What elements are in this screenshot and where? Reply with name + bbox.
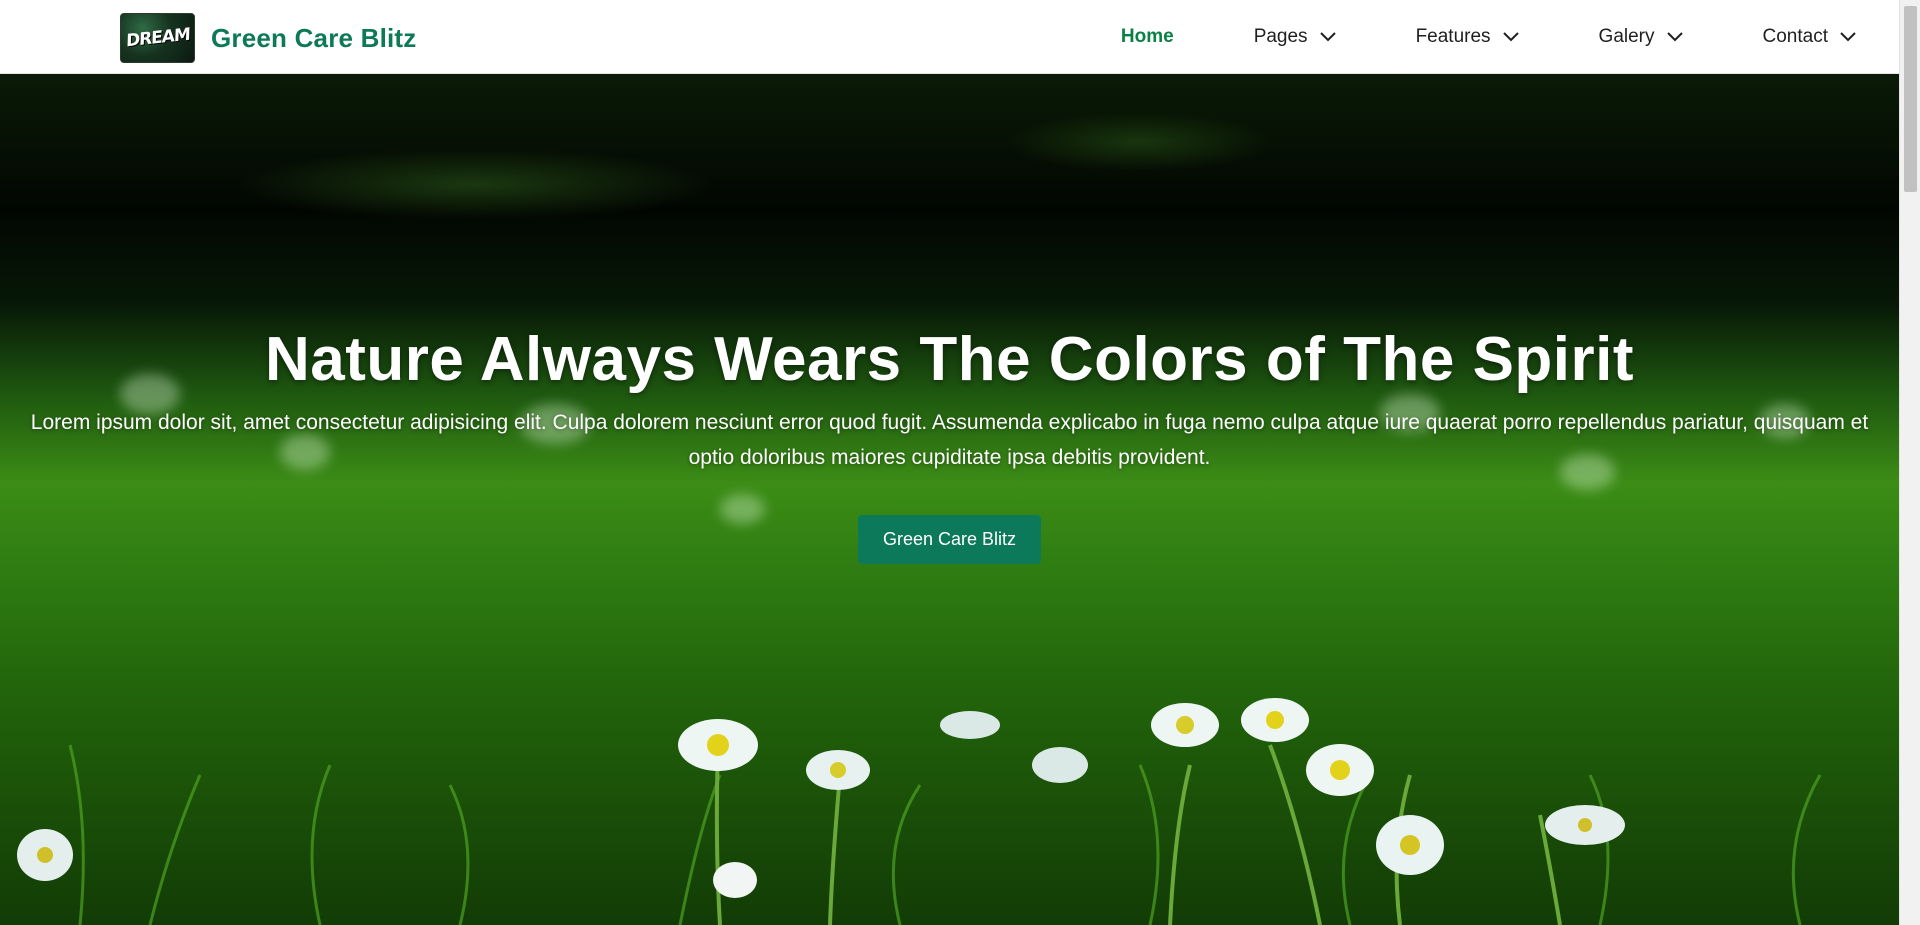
hero-content: Nature Always Wears The Colors of The Sp… [0, 324, 1899, 564]
logo-text: DREAM [125, 24, 190, 52]
nav-item-label: Features [1415, 26, 1491, 47]
chevron-down-icon [1840, 32, 1856, 42]
nav-item-galery[interactable]: Galery [1599, 26, 1683, 48]
main-nav: Home Pages Features Galery Contact [1041, 0, 1856, 74]
nav-item-label: Galery [1598, 26, 1655, 47]
nav-item-home[interactable]: Home [1121, 26, 1174, 48]
brand-logo[interactable]: DREAM [120, 13, 195, 63]
brand-name[interactable]: Green Care Blitz [211, 23, 417, 54]
nav-item-features[interactable]: Features [1416, 26, 1519, 48]
chevron-down-icon [1502, 32, 1519, 42]
hero-title: Nature Always Wears The Colors of The Sp… [264, 325, 1635, 394]
scrollbar-thumb[interactable] [1904, 6, 1917, 192]
daisy-flowers [17, 698, 1625, 898]
chevron-down-icon [1319, 32, 1336, 42]
nav-item-label: Contact [1762, 26, 1828, 47]
navbar: DREAM Green Care Blitz Home Pages Featur… [0, 0, 1899, 74]
hero-description: Lorem ipsum dolor sit, amet consectetur … [30, 411, 1869, 469]
brand[interactable]: DREAM Green Care Blitz [120, 13, 417, 63]
hero-section: Nature Always Wears The Colors of The Sp… [0, 74, 1899, 925]
nav-item-label: Pages [1253, 26, 1308, 47]
chevron-down-icon [1666, 32, 1683, 42]
nav-item-label: Home [1120, 26, 1174, 47]
nav-item-pages[interactable]: Pages [1254, 26, 1336, 48]
nav-item-contact[interactable]: Contact [1763, 26, 1856, 48]
page-scrollbar[interactable] [1899, 0, 1920, 925]
hero-cta-button[interactable]: Green Care Blitz [857, 515, 1042, 564]
